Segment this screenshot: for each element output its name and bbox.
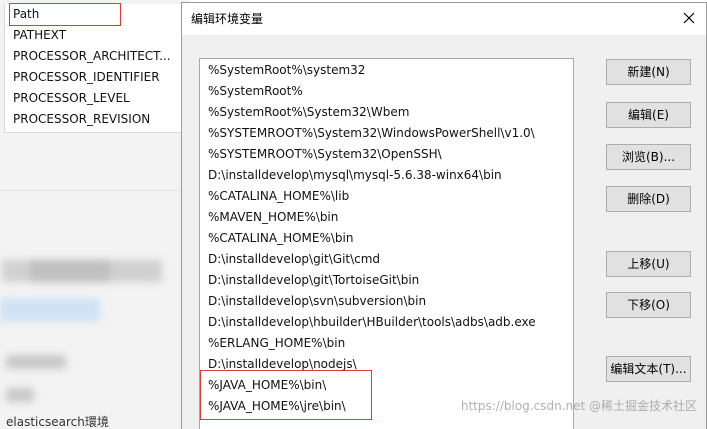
path-entry[interactable]: %CATALINA_HOME%\lib <box>208 186 349 207</box>
blurred-region <box>30 262 110 280</box>
variable-item-pathext[interactable]: PATHEXT <box>13 25 66 46</box>
window-divider <box>0 190 190 191</box>
path-entry[interactable]: %SystemRoot%\System32\Wbem <box>208 102 409 123</box>
browse-button[interactable]: 浏览(B)... <box>606 144 691 170</box>
edit-text-button[interactable]: 编辑文本(T)... <box>606 356 691 382</box>
path-entry[interactable]: %SystemRoot% <box>208 81 303 102</box>
path-entry[interactable]: %MAVEN_HOME%\bin <box>208 207 338 228</box>
blurred-region <box>0 298 100 322</box>
variable-item-processor-identifier[interactable]: PROCESSOR_IDENTIFIER <box>13 67 160 88</box>
path-entry[interactable]: D:\installdevelop\mysql\mysql-5.6.38-win… <box>208 165 502 186</box>
dialog-title: 编辑环境变量 <box>191 12 264 26</box>
move-up-button[interactable]: 上移(U) <box>606 251 691 277</box>
path-entries-list[interactable]: %SystemRoot%\system32 %SystemRoot% %Syst… <box>199 58 574 429</box>
edit-environment-variable-dialog: 编辑环境变量 %SystemRoot%\system32 %SystemRoot… <box>181 2 707 429</box>
path-entry[interactable]: D:\installdevelop\hbuilder\HBuilder\tool… <box>208 312 536 333</box>
variable-item-path[interactable]: Path <box>9 3 121 26</box>
dialog-titlebar: 编辑环境变量 <box>182 3 706 35</box>
background-variable-text: elasticsearch環境 <box>6 415 109 429</box>
edit-button[interactable]: 编辑(E) <box>606 102 691 128</box>
path-entry[interactable]: D:\installdevelop\svn\subversion\bin <box>208 291 426 312</box>
path-entry[interactable]: D:\installdevelop\git\TortoiseGit\bin <box>208 270 419 291</box>
close-button[interactable] <box>674 4 704 32</box>
close-icon <box>683 12 695 24</box>
move-down-button[interactable]: 下移(O) <box>606 292 691 318</box>
path-entry[interactable]: D:\installdevelop\nodejs\ <box>208 354 357 375</box>
path-entry[interactable]: D:\installdevelop\git\Git\cmd <box>208 249 380 270</box>
blurred-region <box>6 388 34 402</box>
blurred-region <box>6 355 66 369</box>
delete-button[interactable]: 删除(D) <box>606 186 691 212</box>
path-entry[interactable]: %CATALINA_HOME%\bin <box>208 228 353 249</box>
path-entry[interactable]: %SYSTEMROOT%\System32\OpenSSH\ <box>208 144 442 165</box>
variable-item-processor-revision[interactable]: PROCESSOR_REVISION <box>13 109 150 130</box>
environment-variables-window: Path PATHEXT PROCESSOR_ARCHITECT... PROC… <box>0 0 190 429</box>
system-variables-list: Path PATHEXT PROCESSOR_ARCHITECT... PROC… <box>4 3 182 133</box>
variable-item-processor-level[interactable]: PROCESSOR_LEVEL <box>13 88 130 109</box>
path-entry-java-jre-bin[interactable]: %JAVA_HOME%\jre\bin\ <box>208 396 346 417</box>
screenshot-root: Path PATHEXT PROCESSOR_ARCHITECT... PROC… <box>0 0 707 429</box>
variable-item-processor-architecture[interactable]: PROCESSOR_ARCHITECT... <box>13 46 171 67</box>
path-entry-java-bin[interactable]: %JAVA_HOME%\bin\ <box>208 375 326 396</box>
path-entry[interactable]: %SYSTEMROOT%\System32\WindowsPowerShell\… <box>208 123 535 144</box>
new-button[interactable]: 新建(N) <box>606 59 691 85</box>
path-entry[interactable]: %ERLANG_HOME%\bin <box>208 333 345 354</box>
path-entry[interactable]: %SystemRoot%\system32 <box>208 60 365 81</box>
